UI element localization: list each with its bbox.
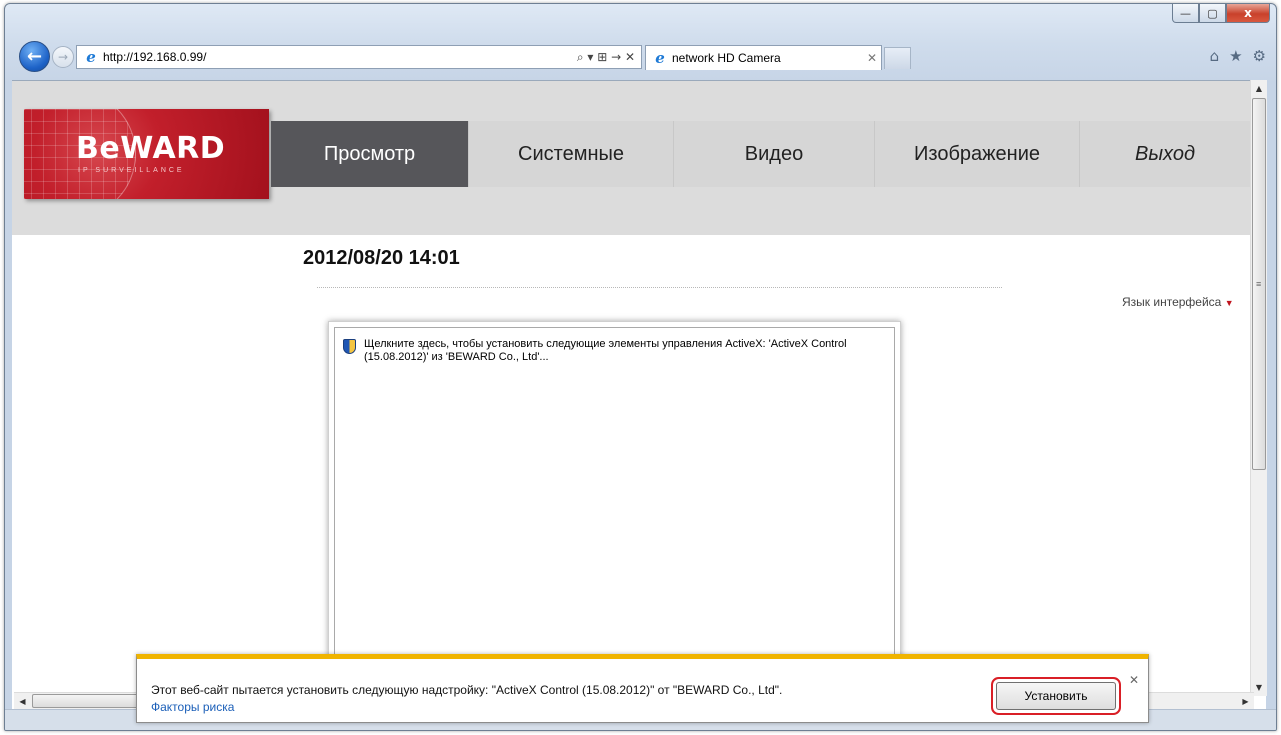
scroll-left-icon[interactable]: ◀ bbox=[14, 693, 31, 709]
beward-logo[interactable]: BeWARD IP SURVEILLANCE bbox=[24, 109, 269, 199]
language-label: Язык интерфейса bbox=[1122, 295, 1222, 309]
camera-datetime: 2012/08/20 14:01 bbox=[303, 247, 460, 269]
menu-system[interactable]: Системные bbox=[469, 121, 674, 187]
navigation-bar: ← → e http://192.168.0.99/ ⌕ ▾ ⊞ → ✕ e n… bbox=[5, 36, 1276, 78]
logo-subtitle: IP SURVEILLANCE bbox=[78, 167, 185, 174]
minimize-button[interactable]: — bbox=[1172, 4, 1199, 23]
close-window-button[interactable]: x bbox=[1226, 4, 1270, 23]
menu-image[interactable]: Изображение bbox=[875, 121, 1080, 187]
notification-message: Этот веб-сайт пытается установить следую… bbox=[151, 683, 783, 697]
dropdown-arrow-icon: ▼ bbox=[1224, 298, 1234, 308]
new-tab-button[interactable] bbox=[884, 47, 911, 69]
scroll-up-icon[interactable]: ▲ bbox=[1251, 80, 1267, 97]
risk-factors-link[interactable]: Факторы риска bbox=[151, 700, 234, 714]
browser-tools: ⌂ ★ ⚙ bbox=[1210, 47, 1266, 65]
address-bar[interactable]: e http://192.168.0.99/ ⌕ ▾ ⊞ → ✕ bbox=[76, 45, 642, 69]
menu-video[interactable]: Видео bbox=[674, 121, 875, 187]
home-icon[interactable]: ⌂ bbox=[1210, 47, 1220, 65]
window-caption-buttons: — ▢ x bbox=[1172, 4, 1270, 24]
browser-window: — ▢ x ← → e http://192.168.0.99/ ⌕ ▾ ⊞ →… bbox=[4, 3, 1277, 731]
camera-menu: Просмотр Системные Видео Изображение Вых… bbox=[271, 121, 1250, 187]
tab-network-hd-camera[interactable]: e network HD Camera ✕ bbox=[645, 45, 882, 70]
language-selector[interactable]: Язык интерфейса ▼ bbox=[1122, 295, 1234, 309]
scroll-right-icon[interactable]: ▶ bbox=[1237, 693, 1254, 709]
close-icon[interactable]: ✕ bbox=[1129, 673, 1139, 687]
maximize-button[interactable]: ▢ bbox=[1199, 4, 1226, 23]
grip-icon: ≡ bbox=[1256, 279, 1262, 289]
addon-notification-bar: Этот веб-сайт пытается установить следую… bbox=[136, 654, 1149, 723]
install-button[interactable]: Установить bbox=[996, 682, 1116, 710]
favorites-icon[interactable]: ★ bbox=[1229, 47, 1242, 65]
menu-exit[interactable]: Выход bbox=[1080, 121, 1250, 187]
shield-icon bbox=[343, 339, 356, 354]
gear-icon[interactable]: ⚙ bbox=[1253, 47, 1266, 65]
ie-page-icon: e bbox=[86, 48, 96, 66]
logo-text: BeWARD bbox=[76, 131, 226, 166]
page-viewport: BeWARD IP SURVEILLANCE Просмотр Системны… bbox=[12, 80, 1266, 712]
tab-title: network HD Camera bbox=[672, 51, 781, 65]
back-button[interactable]: ← bbox=[19, 41, 50, 72]
address-tools-icons[interactable]: ⌕ ▾ ⊞ → ✕ bbox=[577, 50, 641, 65]
url-text[interactable]: http://192.168.0.99/ bbox=[103, 50, 577, 64]
divider bbox=[317, 287, 1002, 288]
tab-ie-icon: e bbox=[655, 49, 665, 67]
activex-install-prompt[interactable]: Щелкните здесь, чтобы установить следующ… bbox=[343, 338, 884, 364]
forward-button[interactable]: → bbox=[52, 46, 74, 68]
vertical-scrollbar[interactable]: ▲ ≡ ▼ bbox=[1250, 80, 1267, 696]
tab-close-icon[interactable]: ✕ bbox=[863, 51, 881, 65]
vertical-scroll-thumb[interactable]: ≡ bbox=[1252, 98, 1266, 470]
menu-view[interactable]: Просмотр bbox=[271, 121, 469, 187]
activex-message-text: Щелкните здесь, чтобы установить следующ… bbox=[364, 338, 847, 363]
